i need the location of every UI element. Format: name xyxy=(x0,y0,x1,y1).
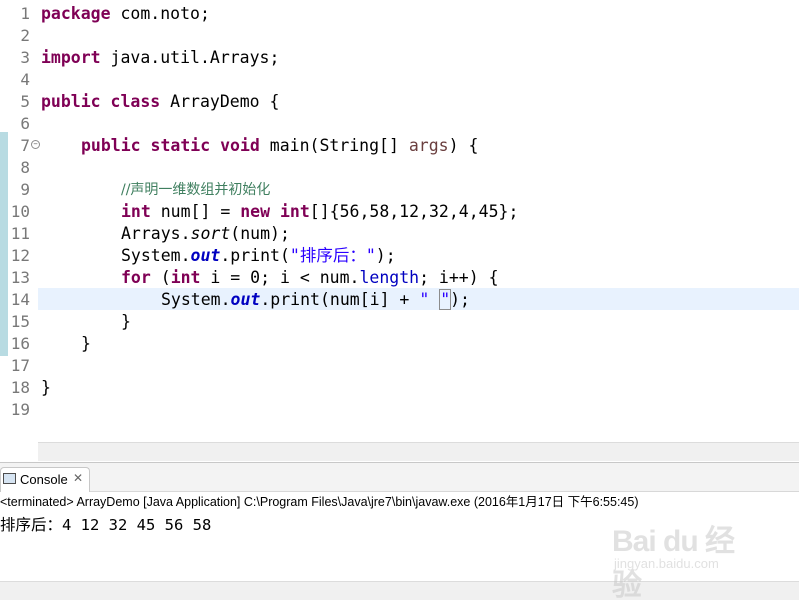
change-indicator-bar xyxy=(0,132,8,356)
line-number: 6 xyxy=(20,114,30,133)
baidu-jingyan-watermark: Bai du 经验 jingyan.baidu.com xyxy=(608,512,758,602)
console-tab-label: Console xyxy=(20,472,68,487)
code-line-7: public static void main(String[] args) { xyxy=(81,136,479,155)
line-number: 8 xyxy=(20,158,30,177)
line-number: 11 xyxy=(10,224,30,243)
code-line-16: } xyxy=(81,334,91,353)
line-number-gutter: 1 2 3 4 5 6 7 8 9 10 11 12 13 14 15 16 1… xyxy=(0,0,40,442)
line-number: 9 xyxy=(20,180,30,199)
line-number: 13 xyxy=(10,268,30,287)
console-icon xyxy=(3,473,16,484)
code-line-15: } xyxy=(121,312,131,331)
line-number: 17 xyxy=(10,356,30,375)
code-line-5: public class ArrayDemo { xyxy=(41,92,280,111)
line-number: 3 xyxy=(20,48,30,67)
tab-console[interactable]: Console ✕ xyxy=(0,467,90,492)
code-line-10: int num[] = new int[]{56,58,12,32,4,45}; xyxy=(121,202,519,221)
console-status-line: <terminated> ArrayDemo [Java Application… xyxy=(0,495,639,509)
code-line-18: } xyxy=(41,378,51,397)
console-tab-bar: Console ✕ xyxy=(0,463,799,492)
line-number: 1 xyxy=(20,4,30,23)
code-line-3: import java.util.Arrays; xyxy=(41,48,280,67)
watermark-site: jingyan.baidu.com xyxy=(614,556,719,571)
code-line-14: System.out.print(num[i] + " "); xyxy=(161,289,470,310)
line-number: 16 xyxy=(10,334,30,353)
line-number: 7 xyxy=(20,136,30,155)
code-line-13: for (int i = 0; i < num.length; i++) { xyxy=(121,268,499,287)
line-number: 4 xyxy=(20,70,30,89)
line-number: 15 xyxy=(10,312,30,331)
code-line-9: //声明一维数组并初始化 xyxy=(121,182,271,198)
line-number: 18 xyxy=(10,378,30,397)
code-line-1: package com.noto; xyxy=(41,4,210,23)
line-number: 14 xyxy=(10,290,30,309)
editor-horizontal-scrollbar[interactable] xyxy=(38,442,799,461)
code-line-11: Arrays.sort(num); xyxy=(121,224,290,243)
console-output[interactable]: 排序后：4 12 32 45 56 58 xyxy=(0,515,211,535)
code-line-12: System.out.print("排序后："); xyxy=(121,246,396,265)
line-number: 12 xyxy=(10,246,30,265)
code-editor[interactable]: 1 2 3 4 5 6 7 8 9 10 11 12 13 14 15 16 1… xyxy=(0,0,799,442)
line-number: 10 xyxy=(10,202,30,221)
fold-collapse-icon[interactable]: − xyxy=(31,140,40,149)
line-number: 19 xyxy=(10,400,30,419)
line-number: 5 xyxy=(20,92,30,111)
close-icon[interactable]: ✕ xyxy=(73,471,83,485)
line-number: 2 xyxy=(20,26,30,45)
